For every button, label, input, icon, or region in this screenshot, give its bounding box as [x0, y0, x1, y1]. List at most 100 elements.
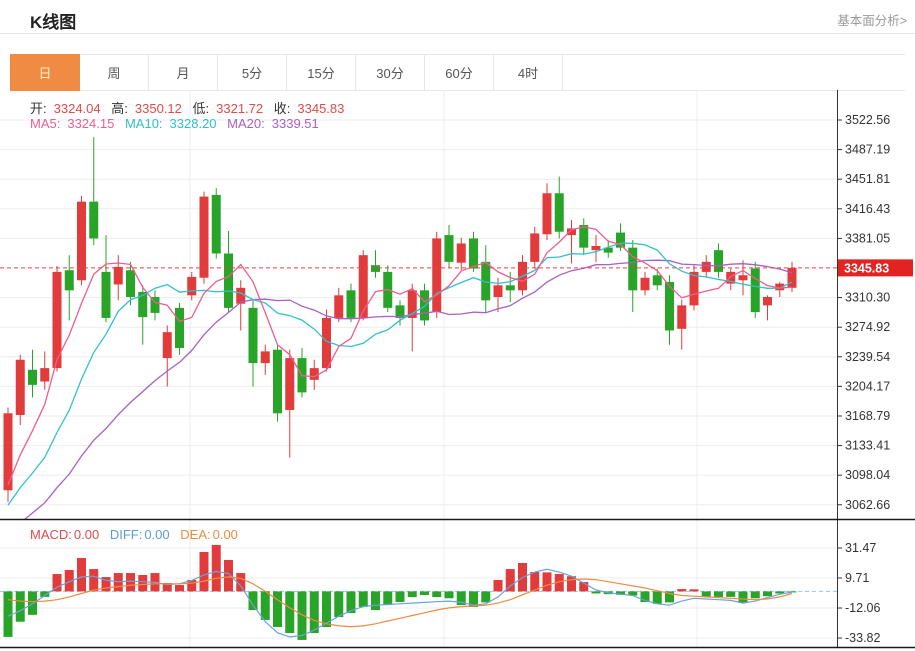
candle-body	[591, 245, 601, 251]
axis-tick-label: -12.06	[845, 601, 880, 615]
macd-bar	[395, 591, 405, 603]
tab-60min[interactable]: 60分	[424, 54, 494, 91]
tab-day[interactable]: 日	[10, 54, 80, 91]
macd-bar	[89, 569, 99, 592]
macd-bar	[738, 591, 748, 603]
current-price-tag-text: 3345.83	[844, 261, 889, 275]
macd-bar	[750, 591, 760, 599]
macd-bar	[591, 591, 601, 594]
axis-tick-label: 3098.04	[845, 468, 890, 482]
axis-tick-label: -33.82	[845, 631, 880, 645]
candle-body	[701, 261, 711, 272]
macd-bar	[701, 591, 711, 597]
candle-body	[77, 201, 86, 281]
tab-4hour[interactable]: 4时	[493, 54, 563, 91]
tabbar-filler	[563, 54, 905, 91]
candle-body	[677, 305, 687, 329]
candle-body	[579, 225, 589, 248]
candle-body	[530, 233, 540, 262]
widget-header: K线图 基本面分析>	[0, 0, 915, 34]
axis-tick-label: 3487.19	[845, 143, 890, 157]
candle-body	[640, 277, 650, 291]
macd-bar	[211, 544, 221, 592]
axis-tick-label: 3451.81	[845, 172, 890, 186]
candle-body	[493, 285, 503, 298]
candle-body	[64, 270, 74, 291]
tab-30min[interactable]: 30分	[355, 54, 425, 91]
axis-tick-label: 3168.79	[845, 409, 890, 423]
macd-bar	[309, 591, 319, 634]
candle-body	[714, 250, 723, 272]
kline-chart-area[interactable]: 3522.56 3487.19 3451.81 3416.43 3381.05 3310.…	[0, 90, 915, 651]
kline-widget: K线图 基本面分析> 日 周 月 5分 15分 30分 60分 4时 3522.…	[0, 0, 915, 651]
macd-bar	[493, 579, 503, 592]
macd-bar	[677, 589, 687, 592]
chart-line	[7, 226, 793, 486]
axis-tick-label: 3133.41	[845, 439, 890, 453]
candle-body	[346, 290, 356, 318]
macd-bar	[714, 591, 723, 597]
candle-body	[787, 267, 797, 288]
candle-body	[175, 307, 184, 349]
candle-body	[444, 235, 454, 262]
candle-body	[750, 268, 760, 313]
tab-5min[interactable]: 5分	[217, 54, 287, 91]
axis-tick-label: 3204.17	[845, 379, 890, 393]
candle-body	[309, 368, 319, 380]
candle-body	[28, 369, 37, 385]
macd-bar	[726, 591, 736, 597]
axis-tick-label: 3416.43	[845, 202, 890, 216]
macd-bar	[420, 591, 429, 595]
axis-tick-label: 3062.66	[845, 498, 890, 512]
macd-bar	[481, 591, 491, 603]
macd-bar	[358, 591, 368, 607]
macd-bar	[652, 591, 662, 604]
candle-body	[456, 243, 466, 263]
macd-bar	[199, 551, 209, 592]
macd-bar	[383, 591, 393, 606]
chart-line	[7, 568, 793, 638]
candle-body	[40, 368, 50, 382]
macd-bar	[273, 591, 282, 627]
candle-body	[248, 307, 258, 364]
candle-body	[15, 359, 25, 415]
candle-body	[763, 297, 772, 306]
axis-tick-label: 3381.05	[845, 231, 890, 245]
macd-bar	[260, 591, 270, 620]
candle-body	[162, 332, 172, 359]
macd-bar	[542, 572, 552, 592]
candle-body	[432, 238, 442, 313]
candle-body	[334, 295, 344, 318]
axis-tick-label: 31.47	[845, 541, 876, 555]
tab-month[interactable]: 月	[148, 54, 218, 91]
candle-body	[652, 275, 662, 286]
kline-chart-canvas[interactable]: 3522.56 3487.19 3451.81 3416.43 3381.05 3310.…	[0, 90, 915, 651]
candle-body	[273, 349, 282, 414]
candle-body	[285, 358, 295, 410]
axis-tick-label: 9.71	[845, 571, 869, 585]
candle-body	[554, 193, 564, 232]
candle-body	[101, 271, 111, 318]
macd-bar	[432, 591, 442, 598]
candle-body	[126, 270, 135, 298]
candle-body	[542, 193, 552, 235]
candle-body	[89, 201, 99, 239]
axis-tick-label: 3239.54	[845, 350, 890, 364]
candle-body	[113, 266, 123, 285]
macd-bar	[371, 591, 380, 611]
tab-week[interactable]: 周	[79, 54, 149, 91]
candle-body	[187, 276, 197, 296]
tab-15min[interactable]: 15分	[286, 54, 356, 91]
candle-body	[371, 265, 380, 272]
macd-bar	[689, 589, 699, 592]
candle-body	[260, 351, 270, 364]
axis-tick-label: 3274.92	[845, 320, 890, 334]
candle-body	[738, 275, 748, 281]
macd-bar	[763, 591, 772, 597]
macd-bar	[407, 591, 417, 598]
macd-bar	[224, 559, 233, 592]
macd-bar	[285, 591, 295, 634]
period-tabbar: 日 周 月 5分 15分 30分 60分 4时	[10, 54, 905, 91]
page-title: K线图	[30, 13, 77, 32]
fundamental-analysis-link[interactable]: 基本面分析>	[837, 10, 907, 29]
